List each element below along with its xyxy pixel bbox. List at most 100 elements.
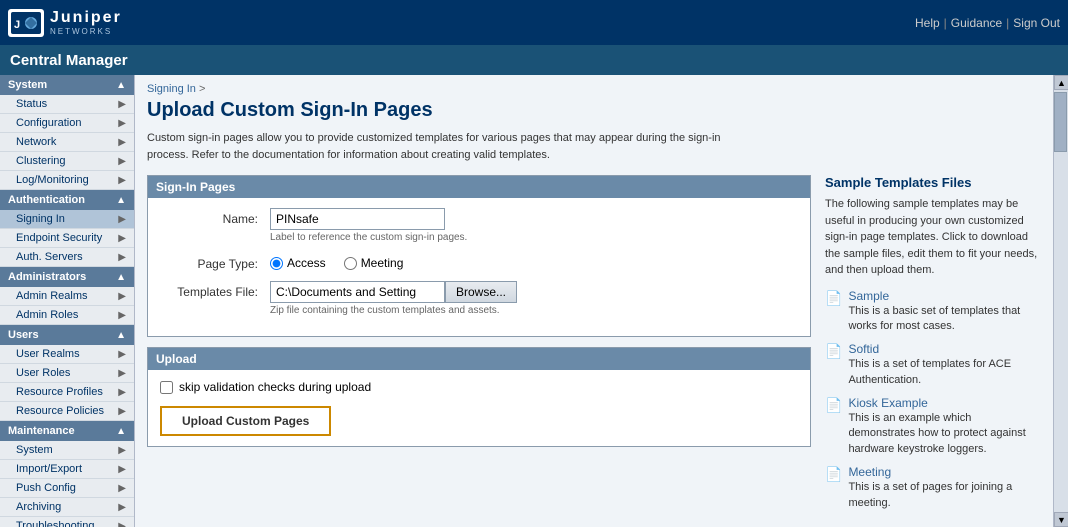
- header-nav: Help | Guidance | Sign Out: [915, 16, 1060, 30]
- sidebar-item-network[interactable]: Network▶: [0, 133, 134, 152]
- file-path-input[interactable]: [270, 281, 445, 303]
- skip-validation-row: skip validation checks during upload: [160, 380, 798, 394]
- brand-tagline: NETWORKS: [50, 27, 122, 36]
- sample-text-0: This is a basic set of templates that wo…: [848, 304, 1041, 335]
- sidebar-item-resource-profiles[interactable]: Resource Profiles▶: [0, 383, 134, 402]
- sidebar-item-admin-roles[interactable]: Admin Roles▶: [0, 306, 134, 325]
- sidebar-section-authentication[interactable]: Authentication ▲: [0, 190, 134, 210]
- radio-access-label[interactable]: Access: [270, 256, 326, 270]
- sidebar-section-system-label: System: [8, 79, 47, 91]
- sidebar-item-signing-in[interactable]: Signing In▶: [0, 210, 134, 229]
- sidebar-maintenance-items: System▶ Import/Export▶ Push Config▶ Arch…: [0, 441, 134, 527]
- arrow-troubleshooting: ▶: [118, 521, 126, 527]
- name-input[interactable]: [270, 208, 445, 230]
- browse-button[interactable]: Browse...: [445, 281, 517, 303]
- name-hint: Label to reference the custom sign-in pa…: [270, 232, 798, 243]
- auth-collapse-icon: ▲: [116, 195, 126, 206]
- templates-file-label: Templates File:: [160, 281, 270, 299]
- sample-icon-3: 📄: [825, 466, 842, 483]
- sidebar-item-logmonitoring[interactable]: Log/Monitoring▶: [0, 171, 134, 190]
- sidebar-auth-items: Signing In▶ Endpoint Security▶ Auth. Ser…: [0, 210, 134, 267]
- arrow-config: ▶: [118, 118, 126, 129]
- scrollbar: ▲ ▼: [1053, 75, 1068, 527]
- page-type-control: Access Meeting: [270, 253, 798, 270]
- page-type-row: Page Type: Access: [160, 253, 798, 271]
- name-row: Name: Label to reference the custom sign…: [160, 208, 798, 243]
- sidebar-item-troubleshooting[interactable]: Troubleshooting▶: [0, 517, 134, 527]
- arrow-status: ▶: [118, 99, 126, 110]
- file-input-row: Browse...: [270, 281, 798, 303]
- arrow-signing-in: ▶: [118, 214, 126, 225]
- skip-validation-checkbox[interactable]: [160, 381, 173, 394]
- sidebar-section-administrators[interactable]: Administrators ▲: [0, 267, 134, 287]
- sidebar-item-archiving[interactable]: Archiving▶: [0, 498, 134, 517]
- breadcrumb-signing-in[interactable]: Signing In: [147, 83, 196, 95]
- system-collapse-icon: ▲: [116, 80, 126, 91]
- sidebar-section-users[interactable]: Users ▲: [0, 325, 134, 345]
- sidebar-item-import-export[interactable]: Import/Export▶: [0, 460, 134, 479]
- sample-link-0[interactable]: Sample: [848, 289, 889, 303]
- scroll-up-arrow[interactable]: ▲: [1054, 75, 1068, 90]
- guidance-link[interactable]: Guidance: [951, 16, 1002, 30]
- upload-custom-pages-button[interactable]: Upload Custom Pages: [160, 406, 331, 436]
- breadcrumb-separator: >: [199, 83, 205, 95]
- signout-link[interactable]: Sign Out: [1013, 16, 1060, 30]
- arrow-logmonitoring: ▶: [118, 175, 126, 186]
- sidebar-item-status[interactable]: Status▶: [0, 95, 134, 114]
- arrow-endpoint: ▶: [118, 233, 126, 244]
- sample-link-1[interactable]: Softid: [848, 342, 879, 356]
- arrow-resource-profiles: ▶: [118, 387, 126, 398]
- sample-text-1: This is a set of templates for ACE Authe…: [848, 357, 1041, 388]
- name-control: Label to reference the custom sign-in pa…: [270, 208, 798, 243]
- sidebar-item-maintenance-system[interactable]: System▶: [0, 441, 134, 460]
- nav-sep2: |: [1006, 16, 1009, 30]
- sidebar-section-admin-label: Administrators: [8, 271, 86, 283]
- sidebar-item-auth-servers[interactable]: Auth. Servers▶: [0, 248, 134, 267]
- sidebar-item-push-config[interactable]: Push Config▶: [0, 479, 134, 498]
- radio-meeting-label[interactable]: Meeting: [344, 256, 404, 270]
- right-panel-title: Sample Templates Files: [825, 175, 1041, 190]
- scroll-thumb[interactable]: [1054, 92, 1067, 152]
- admin-collapse-icon: ▲: [116, 272, 126, 283]
- svg-text:J: J: [14, 19, 20, 31]
- maintenance-collapse-icon: ▲: [116, 426, 126, 437]
- sidebar-section-maintenance[interactable]: Maintenance ▲: [0, 421, 134, 441]
- scroll-down-arrow[interactable]: ▼: [1054, 512, 1068, 527]
- sidebar-section-system[interactable]: System ▲: [0, 75, 134, 95]
- sample-link-2[interactable]: Kiosk Example: [848, 396, 927, 410]
- page-title: Upload Custom Sign-In Pages: [147, 99, 1041, 122]
- breadcrumb: Signing In >: [147, 83, 1041, 95]
- arrow-archiving: ▶: [118, 502, 126, 513]
- arrow-resource-policies: ▶: [118, 406, 126, 417]
- sample-link-3[interactable]: Meeting: [848, 465, 891, 479]
- skip-validation-label: skip validation checks during upload: [179, 380, 371, 394]
- sidebar-item-endpoint-security[interactable]: Endpoint Security▶: [0, 229, 134, 248]
- content-columns: Sign-In Pages Name: Label to reference t…: [147, 175, 1041, 519]
- sidebar-item-clustering[interactable]: Clustering▶: [0, 152, 134, 171]
- sidebar-section-auth-label: Authentication: [8, 194, 85, 206]
- signin-pages-body: Name: Label to reference the custom sign…: [148, 198, 810, 336]
- sample-item-2: 📄 Kiosk Example This is an example which…: [825, 396, 1041, 457]
- name-label: Name:: [160, 208, 270, 226]
- arrow-auth-servers: ▶: [118, 252, 126, 263]
- main-column: Sign-In Pages Name: Label to reference t…: [147, 175, 811, 519]
- juniper-logo-svg: J: [11, 12, 41, 34]
- sample-text-2: This is an example which demonstrates ho…: [848, 411, 1041, 457]
- sidebar-item-resource-policies[interactable]: Resource Policies▶: [0, 402, 134, 421]
- logo: J Juniper NETWORKS: [8, 9, 122, 37]
- sidebar-item-admin-realms[interactable]: Admin Realms▶: [0, 287, 134, 306]
- sidebar-item-user-roles[interactable]: User Roles▶: [0, 364, 134, 383]
- header-title-area: Juniper NETWORKS: [50, 9, 122, 36]
- header: J Juniper NETWORKS Help | Guidance | Sig…: [0, 0, 1068, 45]
- sidebar-item-user-realms[interactable]: User Realms▶: [0, 345, 134, 364]
- arrow-maint-system: ▶: [118, 445, 126, 456]
- main-layout: System ▲ Status▶ Configuration▶ Network▶…: [0, 75, 1068, 527]
- sidebar-admin-items: Admin Realms▶ Admin Roles▶: [0, 287, 134, 325]
- radio-access[interactable]: [270, 257, 283, 270]
- sidebar-item-configuration[interactable]: Configuration▶: [0, 114, 134, 133]
- radio-meeting[interactable]: [344, 257, 357, 270]
- arrow-network: ▶: [118, 137, 126, 148]
- help-link[interactable]: Help: [915, 16, 940, 30]
- arrow-clustering: ▶: [118, 156, 126, 167]
- radio-access-text: Access: [287, 256, 326, 270]
